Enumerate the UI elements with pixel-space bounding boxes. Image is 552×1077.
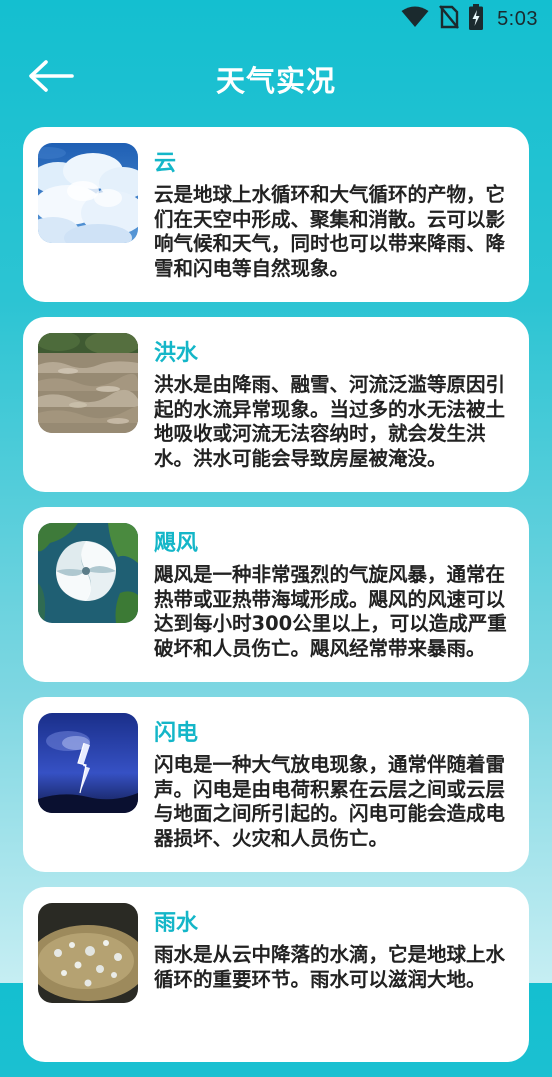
clouds-image xyxy=(38,143,138,243)
card-title: 云 xyxy=(154,151,177,176)
list-item-rain[interactable]: 雨水 雨水是从云中降落的水滴，它是地球上水循环的重要环节。雨水可以滋润大地。 xyxy=(23,887,529,1062)
battery-charging-icon xyxy=(469,4,484,34)
list-item-hurricane[interactable]: 飓风 飓风是一种非常强烈的气旋风暴，通常在热带或亚热带海域形成。飓风的风速可以达… xyxy=(23,507,529,682)
card-title: 洪水 xyxy=(154,341,199,366)
card-description: 雨水是从云中降落的水滴，它是地球上水循环的重要环节。雨水可以滋润大地。 xyxy=(154,943,506,991)
list-item-lightning[interactable]: 闪电 闪电是一种大气放电现象，通常伴随着雷声。闪电是由电荷积累在云层之间或云层与… xyxy=(23,697,529,872)
list-item-flood[interactable]: 洪水 洪水是由降雨、融雪、河流泛滥等原因引起的水流异常现象。当过多的水无法被土地… xyxy=(23,317,529,492)
card-title: 闪电 xyxy=(154,721,199,746)
status-icons: 5:03 xyxy=(401,4,538,34)
card-title: 飓风 xyxy=(154,531,199,556)
list-item-clouds[interactable]: 云 云是地球上水循环和大气循环的产物，它们在天空中形成、聚集和消散。云可以影响气… xyxy=(23,127,529,302)
page-title: 天气实况 xyxy=(215,64,336,98)
card-description: 云是地球上水循环和大气循环的产物，它们在天空中形成、聚集和消散。云可以影响气候和… xyxy=(154,183,506,280)
no-sim-icon xyxy=(439,5,459,33)
flood-image xyxy=(38,333,138,433)
app-bar: 天气实况 xyxy=(0,48,552,110)
card-description: 闪电是一种大气放电现象，通常伴随着雷声。闪电是由电荷积累在云层之间或云层与地面之… xyxy=(154,753,506,850)
rain-image xyxy=(38,903,138,1003)
card-title: 雨水 xyxy=(154,911,199,936)
card-description: 飓风是一种非常强烈的气旋风暴，通常在热带或亚热带海域形成。飓风的风速可以达到每小… xyxy=(154,563,507,660)
card-list: 云 云是地球上水循环和大气循环的产物，它们在天空中形成、聚集和消散。云可以影响气… xyxy=(23,127,529,1077)
hurricane-image xyxy=(38,523,138,623)
status-bar: 5:03 xyxy=(0,0,552,38)
card-description: 洪水是由降雨、融雪、河流泛滥等原因引起的水流异常现象。当过多的水无法被土地吸收或… xyxy=(154,373,506,470)
wifi-icon xyxy=(401,6,429,32)
status-time: 5:03 xyxy=(497,7,538,30)
lightning-image xyxy=(38,713,138,813)
